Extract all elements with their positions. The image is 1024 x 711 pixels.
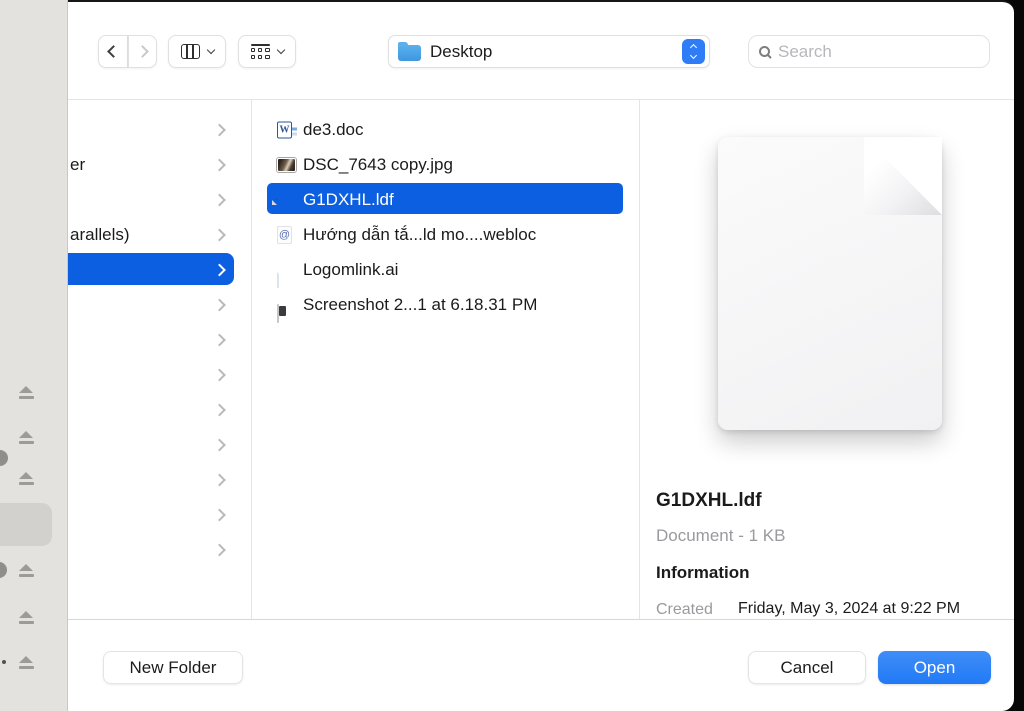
sidebar-item[interactable] bbox=[68, 182, 251, 217]
chevron-right-icon bbox=[136, 45, 149, 58]
forward-button[interactable] bbox=[128, 35, 157, 68]
file-row[interactable]: @ Hướng dẫn tắ...ld mo....webloc bbox=[251, 217, 639, 252]
dialog-toolbar: Desktop bbox=[68, 2, 1014, 99]
chevron-right-icon bbox=[213, 158, 226, 171]
eject-icon[interactable] bbox=[18, 472, 35, 485]
location-dropdown[interactable]: Desktop bbox=[388, 35, 710, 68]
toolbar-divider bbox=[68, 99, 1014, 100]
sidebar-item-label: arallels) bbox=[70, 225, 130, 245]
word-doc-icon: W bbox=[277, 121, 292, 138]
chevron-left-icon bbox=[107, 45, 120, 58]
chevron-right-icon bbox=[213, 438, 226, 451]
preview-created-value: Friday, May 3, 2024 at 9:22 PM bbox=[738, 600, 960, 618]
webloc-icon: @ bbox=[277, 226, 292, 244]
preview-kind-size: Document - 1 KB bbox=[656, 526, 785, 546]
file-name: DSC_7643 copy.jpg bbox=[303, 155, 453, 175]
background-sidebar-selected-item[interactable] bbox=[0, 503, 52, 546]
file-row-selected[interactable]: G1DXHL.ldf bbox=[251, 182, 639, 217]
chevron-right-icon bbox=[213, 193, 226, 206]
chevron-right-icon bbox=[213, 298, 226, 311]
chevron-right-icon bbox=[213, 123, 226, 136]
screenshot-thumbnail-icon bbox=[277, 304, 279, 323]
sidebar-item-label: er bbox=[70, 155, 85, 175]
chevron-down-icon bbox=[276, 45, 284, 53]
chevron-right-icon bbox=[213, 333, 226, 346]
eject-icon[interactable] bbox=[18, 386, 35, 399]
preview-created-label: Created bbox=[656, 601, 713, 619]
preview-filename: G1DXHL.ldf bbox=[656, 490, 762, 512]
stepper-icon[interactable] bbox=[682, 39, 705, 64]
sidebar-item[interactable] bbox=[68, 357, 251, 392]
sidebar-item[interactable] bbox=[68, 497, 251, 532]
volume-icon bbox=[0, 562, 7, 578]
chevron-right-icon bbox=[213, 508, 226, 521]
chevron-right-icon bbox=[213, 263, 226, 276]
column-view-button[interactable] bbox=[168, 35, 226, 68]
eject-icon[interactable] bbox=[18, 611, 35, 624]
file-name: de3.doc bbox=[303, 120, 364, 140]
sidebar-item[interactable]: er bbox=[68, 147, 251, 182]
chevron-right-icon bbox=[213, 368, 226, 381]
file-row[interactable]: Logomlink.ai bbox=[251, 252, 639, 287]
chevron-right-icon bbox=[213, 228, 226, 241]
grid-view-button[interactable] bbox=[238, 35, 296, 68]
image-thumbnail-icon bbox=[277, 158, 296, 172]
location-label: Desktop bbox=[430, 42, 682, 62]
file-open-dialog: Desktop er arallels) bbox=[68, 0, 1014, 711]
file-name: Screenshot 2...1 at 6.18.31 PM bbox=[303, 295, 537, 315]
chevron-right-icon bbox=[213, 543, 226, 556]
file-row[interactable]: DSC_7643 copy.jpg bbox=[251, 147, 639, 182]
sidebar-item[interactable] bbox=[68, 532, 251, 567]
chevron-down-icon bbox=[690, 52, 697, 59]
eject-icon[interactable] bbox=[18, 656, 35, 669]
preview-document-icon bbox=[718, 137, 942, 430]
sidebar-item[interactable] bbox=[68, 427, 251, 462]
ai-doc-icon bbox=[277, 269, 279, 288]
search-icon bbox=[759, 46, 770, 57]
file-name: Hướng dẫn tắ...ld mo....webloc bbox=[303, 225, 536, 245]
search-input[interactable] bbox=[778, 42, 979, 62]
file-name: G1DXHL.ldf bbox=[303, 190, 394, 210]
volume-icon bbox=[0, 450, 8, 466]
column-divider bbox=[639, 100, 640, 619]
new-folder-button[interactable]: New Folder bbox=[103, 651, 243, 684]
chevron-up-icon bbox=[690, 44, 697, 51]
folder-icon bbox=[398, 45, 421, 61]
cancel-button[interactable]: Cancel bbox=[748, 651, 866, 684]
chevron-right-icon bbox=[213, 403, 226, 416]
search-field[interactable] bbox=[748, 35, 990, 68]
back-button[interactable] bbox=[98, 35, 128, 68]
volume-icon bbox=[2, 660, 6, 664]
sidebar-item[interactable] bbox=[68, 322, 251, 357]
sidebar-item[interactable] bbox=[68, 462, 251, 497]
grid-view-icon bbox=[251, 44, 270, 60]
sidebar-item[interactable] bbox=[68, 112, 251, 147]
chevron-right-icon bbox=[213, 473, 226, 486]
file-row[interactable]: W de3.doc bbox=[251, 112, 639, 147]
footer-divider bbox=[68, 619, 1014, 620]
sidebar-item[interactable] bbox=[68, 287, 251, 322]
sidebar-item[interactable] bbox=[68, 392, 251, 427]
sidebar-item-selected[interactable] bbox=[68, 252, 251, 287]
sidebar-item[interactable]: arallels) bbox=[68, 217, 251, 252]
eject-icon[interactable] bbox=[18, 431, 35, 444]
eject-icon[interactable] bbox=[18, 564, 35, 577]
file-name: Logomlink.ai bbox=[303, 260, 398, 280]
background-window-sidebar bbox=[0, 0, 68, 711]
preview-info-header: Information bbox=[656, 563, 750, 583]
open-button[interactable]: Open bbox=[878, 651, 991, 684]
file-row[interactable]: Screenshot 2...1 at 6.18.31 PM bbox=[251, 287, 639, 322]
chevron-down-icon bbox=[206, 45, 214, 53]
column-view-icon bbox=[181, 44, 200, 59]
